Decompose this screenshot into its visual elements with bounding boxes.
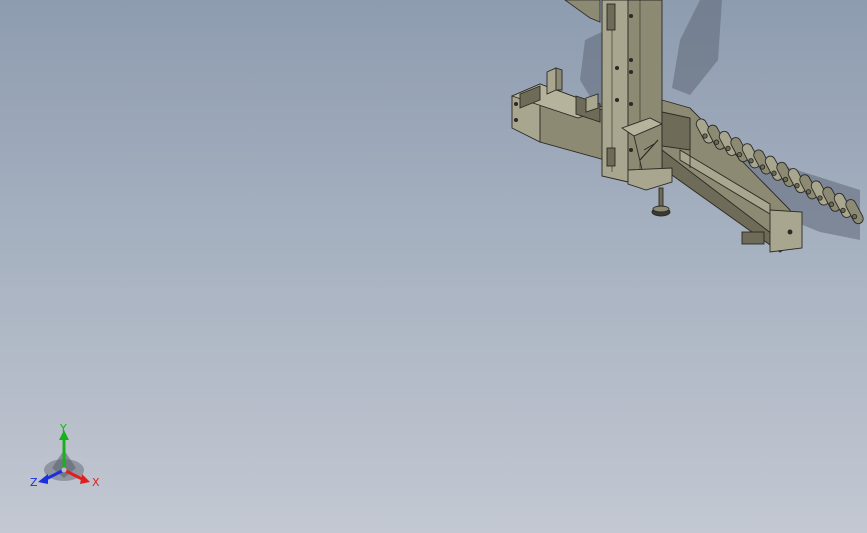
- orientation-triad[interactable]: X Y Z: [28, 420, 104, 492]
- x-axis-label: X: [92, 476, 100, 489]
- leveling-foot: [651, 187, 671, 217]
- upper-diagonal-beam: [564, 0, 601, 23]
- graphics-viewport[interactable]: X Y Z: [0, 0, 867, 533]
- z-axis-label: Z: [30, 476, 38, 489]
- triad-origin: [61, 467, 67, 473]
- y-axis-label: Y: [59, 422, 67, 435]
- cad-model-view[interactable]: [0, 0, 867, 533]
